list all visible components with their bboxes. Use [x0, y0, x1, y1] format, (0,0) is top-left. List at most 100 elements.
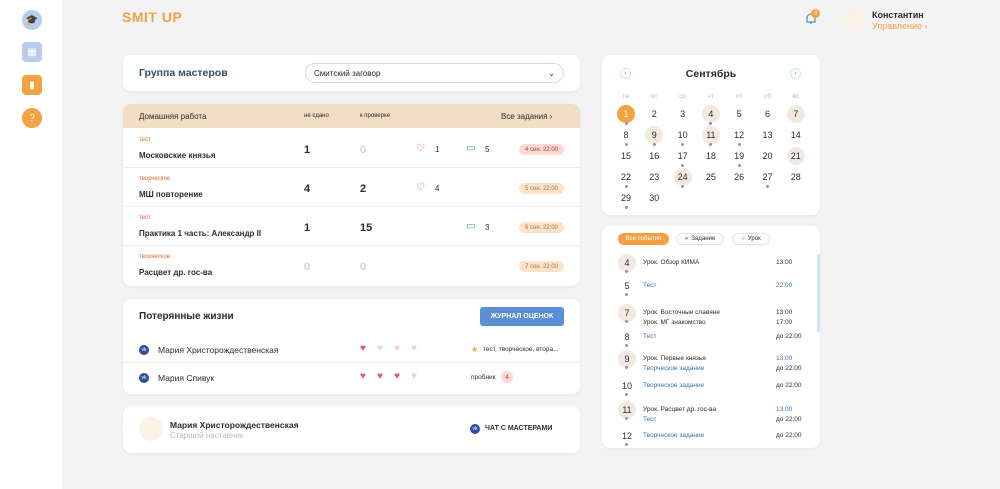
calendar-day[interactable]: 11 — [701, 126, 720, 144]
to-check-count: 15 — [360, 222, 373, 234]
homework-row[interactable]: тест Московские князья 1 0 ♡ 1 ▭ 5 4 сен… — [123, 129, 580, 168]
calendar-icon[interactable]: ▦ — [22, 42, 42, 62]
student-name: Мария Христорождественская — [158, 345, 279, 355]
event-dot — [652, 143, 656, 146]
lost-lives-note: тест, творческое, втора... — [483, 346, 559, 353]
user-role-link[interactable]: Управление › — [872, 21, 928, 31]
lives-row[interactable]: vk Мария Христорождественская ♥ ♥ ♥ ♥ ★ … — [123, 339, 580, 363]
chevron-down-icon: ⌄ — [548, 68, 555, 78]
calendar-day[interactable]: 24 — [673, 168, 692, 186]
to-check-count: 2 — [360, 183, 367, 195]
task-name: Расцвет др. гос-ва — [139, 268, 213, 277]
calendar-day[interactable]: 18 — [702, 147, 720, 165]
student-name: Мария Спивук — [158, 373, 215, 383]
event-dot — [625, 443, 628, 446]
calendar-month: Сентябрь — [685, 68, 737, 80]
calendar-day[interactable]: 28 — [787, 168, 805, 186]
notification-badge: 3 — [811, 9, 820, 18]
calendar-day[interactable]: 21 — [786, 147, 805, 165]
mentor-role: Старший наставник — [170, 431, 244, 440]
calendar-day[interactable]: 3 — [674, 105, 692, 123]
event-dot — [737, 164, 741, 167]
event-title[interactable]: Творческое задание — [643, 382, 704, 389]
next-month-icon[interactable]: › — [790, 68, 801, 79]
event-title[interactable]: Тест — [643, 333, 656, 340]
avatar[interactable] — [842, 8, 864, 30]
event-title[interactable]: Творческое задание — [643, 365, 704, 372]
weekday-label: сб — [764, 93, 771, 100]
lost-lives-note: пробник — [471, 374, 496, 381]
event-title[interactable]: Урок. Первые князья — [643, 355, 706, 362]
calendar-day[interactable]: 1 — [617, 105, 635, 123]
comments-count: 3 — [485, 223, 490, 232]
event-dot — [625, 293, 628, 296]
deadline-pill: 6 сен. 22:00 — [518, 222, 564, 233]
homework-row[interactable]: тест Практика 1 часть: Александр II 1 15… — [123, 207, 580, 246]
event-time: 13:00 — [776, 355, 793, 362]
group-select[interactable]: Смитский заговор ⌄ — [305, 63, 564, 83]
heart-icon: ♥ — [377, 343, 383, 354]
event-title[interactable]: Творческое задание — [643, 432, 704, 439]
heart-icon: ♥ — [360, 371, 366, 382]
lost-lives-card: Потерянные жизни ЖУРНАЛ ОЦЕНОК vk Мария … — [123, 299, 580, 394]
heart-icon: ♥ — [377, 371, 383, 382]
group-title: Группа мастеров — [139, 67, 228, 79]
not-submitted-count: 4 — [304, 183, 311, 195]
lost-lives-title: Потерянные жизни — [139, 311, 234, 322]
event-title[interactable]: Урок. МГ знакомство — [643, 319, 706, 326]
lives-row[interactable]: vk Мария Спивук ♥ ♥ ♥ ♥ пробник 4 — [123, 367, 580, 391]
chat-with-masters-link[interactable]: ЧАТ С МАСТЕРАМИ — [485, 425, 552, 432]
homework-row[interactable]: творческое МШ повторение 4 2 ♡ 4 5 сен. … — [123, 168, 580, 207]
event-title[interactable]: Урок. Восточные славяне — [643, 309, 720, 316]
help-icon[interactable]: ? — [22, 108, 42, 128]
calendar-day[interactable]: 13 — [759, 126, 777, 144]
homework-header: Домашняя работа не сдано к проверке Все … — [123, 104, 580, 128]
heart-icon: ♥ — [411, 371, 417, 382]
event-title[interactable]: Тест — [643, 282, 656, 289]
scrollbar[interactable] — [817, 254, 820, 332]
calendar-day[interactable]: 10 — [674, 126, 692, 144]
filter-lesson[interactable]: ● Урок — [732, 233, 770, 245]
calendar-day[interactable]: 22 — [617, 168, 635, 186]
calendar-day[interactable]: 17 — [674, 147, 692, 165]
logo[interactable]: SMIT UP — [122, 9, 182, 25]
event-title[interactable]: Урок. Расцвет др. гос-ва — [643, 406, 716, 413]
comment-icon: ▭ — [466, 221, 476, 232]
calendar-day[interactable]: 25 — [702, 168, 720, 186]
calendar-day[interactable]: 6 — [759, 105, 777, 123]
user-name[interactable]: Константин — [872, 10, 924, 20]
to-check-count: 0 — [360, 144, 367, 156]
calendar-day[interactable]: 20 — [759, 147, 777, 165]
event-time: 13:00 — [776, 309, 793, 316]
grades-journal-button[interactable]: ЖУРНАЛ ОЦЕНОК — [480, 307, 564, 326]
filter-all-events[interactable]: Все события — [618, 233, 669, 245]
homework-title: Домашняя работа — [139, 112, 207, 121]
calendar-day[interactable]: 7 — [786, 105, 805, 123]
filter-task[interactable]: ● Задание — [676, 233, 724, 245]
mentor-card: Мария Христорождественская Старший наста… — [123, 406, 580, 453]
task-name: МШ повторение — [139, 190, 203, 199]
event-title[interactable]: Тест — [643, 416, 656, 423]
calendar-day[interactable]: 14 — [787, 126, 805, 144]
calendar-day[interactable]: 8 — [617, 126, 635, 144]
not-submitted-count: 0 — [304, 261, 311, 273]
event-time: до 22:00 — [776, 382, 802, 389]
all-tasks-link[interactable]: Все задания › — [501, 112, 552, 121]
event-time: до 22:00 — [776, 432, 802, 439]
calendar-day[interactable]: 4 — [701, 105, 720, 123]
event-dot — [625, 417, 628, 420]
task-type: тест — [139, 137, 151, 143]
filter-label: Задание — [691, 236, 716, 242]
calendar-day[interactable]: 29 — [617, 189, 635, 207]
graduation-cap-icon[interactable]: 🎓 — [22, 10, 42, 30]
not-submitted-count: 1 — [304, 144, 311, 156]
homework-row[interactable]: творческое Расцвет др. гос-ва 0 0 7 сен.… — [123, 246, 580, 285]
book-icon[interactable]: ▮ — [22, 75, 42, 95]
deadline-pill: 5 сен. 22:00 — [518, 183, 564, 194]
col-not-submitted: не сдано — [304, 113, 329, 119]
calendar-day[interactable]: 27 — [759, 168, 777, 186]
event-dot — [625, 270, 628, 273]
calendar-day[interactable]: 15 — [617, 147, 635, 165]
event-title[interactable]: Урок. Обзор КИМА — [643, 259, 699, 266]
event-time: 17:00 — [776, 319, 793, 326]
